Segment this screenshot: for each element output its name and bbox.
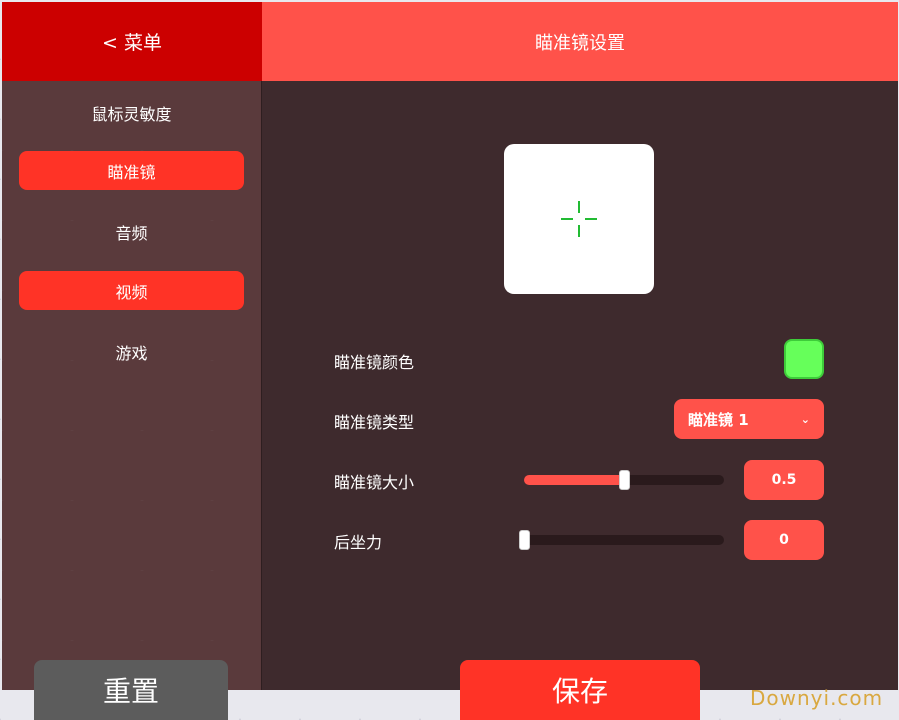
scope-type-value: 瞄准镜 1 bbox=[688, 410, 749, 429]
sidebar-item-video[interactable]: 视频 bbox=[19, 271, 244, 310]
scope-type-select[interactable]: 瞄准镜 1 ⌄ bbox=[674, 399, 824, 439]
chevron-down-icon: ⌄ bbox=[800, 412, 810, 426]
slider-thumb[interactable] bbox=[519, 530, 530, 550]
scope-type-label: 瞄准镜类型 bbox=[334, 413, 415, 432]
scope-size-slider[interactable] bbox=[524, 470, 724, 490]
sidebar-item-label: 鼠标灵敏度 bbox=[91, 104, 172, 124]
page-title: 瞄准镜设置 bbox=[535, 32, 625, 54]
crosshair-preview bbox=[504, 144, 654, 294]
recoil-value-input[interactable]: 0 bbox=[744, 520, 824, 560]
recoil-label: 后坐力 bbox=[334, 533, 383, 552]
sidebar-item-audio[interactable]: 音频 bbox=[19, 212, 244, 251]
sidebar-item-game[interactable]: 游戏 bbox=[19, 332, 244, 371]
scope-size-label: 瞄准镜大小 bbox=[334, 473, 415, 492]
scope-color-swatch[interactable] bbox=[784, 339, 824, 379]
sidebar-item-scope[interactable]: 瞄准镜 bbox=[19, 151, 244, 190]
save-button-label: 保存 bbox=[551, 675, 608, 708]
recoil-value: 0 bbox=[779, 532, 789, 548]
watermark: Downyi.com bbox=[750, 686, 884, 710]
sidebar-item-label: 游戏 bbox=[115, 343, 148, 363]
scope-size-value: 0.5 bbox=[771, 472, 797, 488]
sidebar: 鼠标灵敏度 瞄准镜 音频 视频 游戏 bbox=[2, 81, 262, 690]
slider-thumb[interactable] bbox=[619, 470, 630, 490]
sidebar-item-label: 瞄准镜 bbox=[107, 162, 156, 182]
settings-panel: < 菜单 瞄准镜设置 鼠标灵敏度 瞄准镜 音频 视频 游戏 bbox=[2, 2, 898, 690]
scope-size-value-input[interactable]: 0.5 bbox=[744, 460, 824, 500]
menu-back-button[interactable]: < 菜单 bbox=[2, 2, 262, 81]
sidebar-item-label: 音频 bbox=[115, 223, 148, 243]
slider-fill bbox=[524, 475, 624, 485]
reset-button[interactable]: 重置 bbox=[34, 660, 228, 720]
recoil-slider[interactable] bbox=[519, 530, 724, 550]
sidebar-item-label: 视频 bbox=[115, 282, 148, 302]
page-header: 瞄准镜设置 bbox=[262, 2, 898, 81]
save-button[interactable]: 保存 bbox=[460, 660, 700, 720]
scope-color-label: 瞄准镜颜色 bbox=[334, 353, 415, 372]
reset-button-label: 重置 bbox=[102, 675, 159, 708]
sidebar-item-mouse-sensitivity[interactable]: 鼠标灵敏度 bbox=[19, 93, 244, 132]
menu-back-label: < 菜单 bbox=[102, 32, 162, 54]
